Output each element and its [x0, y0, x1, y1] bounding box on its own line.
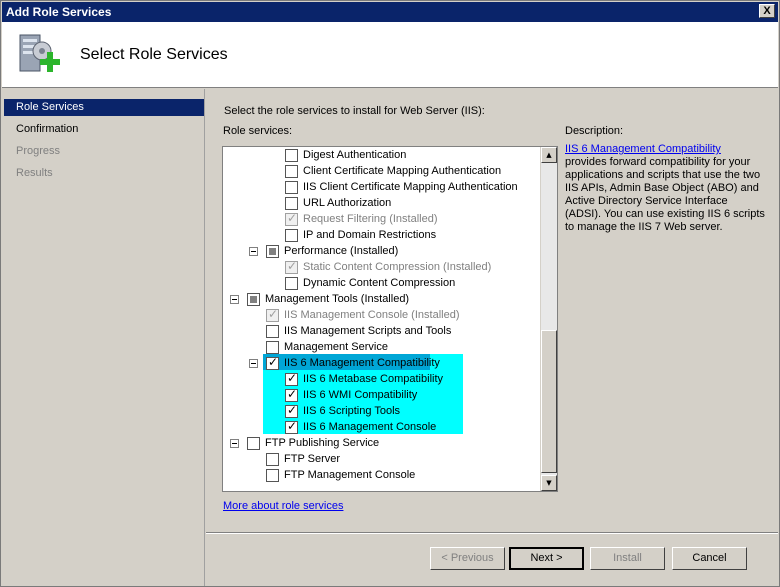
more-about-role-services-link[interactable]: More about role services — [223, 500, 343, 512]
checkbox[interactable] — [266, 469, 279, 482]
checkbox[interactable] — [285, 165, 298, 178]
tree-row-label: FTP Management Console — [284, 469, 416, 481]
checkbox[interactable] — [247, 293, 260, 306]
tree-row-label: Management Tools (Installed) — [265, 293, 410, 305]
tree-row[interactable]: IP and Domain Restrictions — [223, 227, 539, 243]
tree-row-label: Client Certificate Mapping Authenticatio… — [303, 165, 502, 177]
checkbox[interactable] — [285, 149, 298, 162]
tree-row-label: IIS 6 Metabase Compatibility — [303, 373, 444, 385]
tree-row-selected[interactable]: ✓ IIS 6 Management Compatibility — [223, 355, 539, 371]
checkbox[interactable]: ✓ — [285, 371, 298, 386]
tree-row-label: URL Authorization — [303, 197, 392, 209]
tree-row[interactable]: ✓ IIS 6 Metabase Compatibility — [223, 371, 539, 387]
install-button[interactable]: Install — [590, 547, 665, 570]
description-label: Description: — [565, 125, 624, 137]
wizard-content: Select the role services to install for … — [206, 89, 778, 529]
checkbox[interactable]: ✓ — [266, 355, 279, 370]
collapse-icon[interactable] — [249, 359, 258, 368]
tree-row-label: IIS Management Scripts and Tools — [284, 325, 452, 337]
checkbox[interactable] — [266, 453, 279, 466]
page-title: Select Role Services — [80, 46, 228, 63]
tree-row-label: Static Content Compression (Installed) — [303, 261, 492, 273]
window-title: Add Role Services — [6, 5, 112, 19]
tree-row-label: IIS Management Console (Installed) — [284, 309, 460, 321]
tree-row[interactable]: IIS Management Scripts and Tools — [223, 323, 539, 339]
tree-row-label: IP and Domain Restrictions — [303, 229, 437, 241]
checkbox[interactable] — [247, 437, 260, 450]
nav-item-confirmation[interactable]: Confirmation — [4, 121, 204, 138]
scroll-down-button[interactable]: ▼ — [541, 475, 557, 491]
tree-row: ✓ IIS Management Console (Installed) — [223, 307, 539, 323]
previous-button[interactable]: < Previous — [430, 547, 505, 570]
tree-row[interactable]: URL Authorization — [223, 195, 539, 211]
tree-row-label: FTP Publishing Service — [265, 437, 380, 449]
tree-row-label: IIS 6 WMI Compatibility — [303, 389, 418, 401]
server-add-icon — [19, 34, 60, 72]
nav-item-progress: Progress — [16, 145, 61, 157]
checkbox[interactable] — [266, 325, 279, 338]
tree-row[interactable]: ✓ IIS 6 Management Console — [223, 419, 539, 435]
tree-row-label: Request Filtering (Installed) — [303, 213, 438, 225]
tree-row[interactable]: FTP Publishing Service — [223, 435, 539, 451]
tree-row-label: Dynamic Content Compression — [303, 277, 456, 289]
tree-row[interactable]: Performance (Installed) — [223, 243, 539, 259]
checkbox: ✓ — [285, 211, 298, 226]
wizard-header: Select Role Services — [2, 22, 778, 88]
checkbox: ✓ — [266, 307, 279, 322]
nav-item-role-services[interactable]: Role Services — [4, 99, 204, 116]
tree-row-label: IIS 6 Scripting Tools — [303, 405, 401, 417]
tree-content: Digest Authentication Client Certificate… — [223, 147, 539, 491]
tree-scrollbar[interactable]: ▲ ▼ — [540, 147, 557, 491]
checkbox[interactable] — [285, 181, 298, 194]
tree-row-label: IIS 6 Management Console — [303, 421, 437, 433]
description-text: IIS 6 Management Compatibility provides … — [565, 143, 765, 234]
tree-row-label: FTP Server — [284, 453, 341, 465]
role-services-label: Role services: — [223, 125, 293, 137]
checkbox: ✓ — [285, 259, 298, 274]
tree-row-label: Digest Authentication — [303, 149, 407, 161]
footer-separator — [206, 532, 778, 534]
tree-row[interactable]: ✓ IIS 6 WMI Compatibility — [223, 387, 539, 403]
tree-row[interactable]: ✓ IIS 6 Scripting Tools — [223, 403, 539, 419]
wizard-nav: Role Services Confirmation Progress Resu… — [2, 89, 205, 586]
cancel-button[interactable]: Cancel — [672, 547, 747, 570]
scrollbar-thumb[interactable] — [541, 330, 557, 473]
checkbox[interactable]: ✓ — [285, 387, 298, 402]
tree-row: ✓ Static Content Compression (Installed) — [223, 259, 539, 275]
tree-row[interactable]: Management Tools (Installed) — [223, 291, 539, 307]
tree-row-label: Performance (Installed) — [284, 245, 399, 257]
tree-row[interactable]: Management Service — [223, 339, 539, 355]
tree-row: ✓ Request Filtering (Installed) — [223, 211, 539, 227]
checkbox[interactable] — [285, 277, 298, 290]
title-bar[interactable]: Add Role Services X — [2, 2, 778, 22]
collapse-icon[interactable] — [230, 439, 239, 448]
role-services-tree[interactable]: Digest Authentication Client Certificate… — [222, 146, 558, 492]
checkbox[interactable] — [266, 341, 279, 354]
tree-row[interactable]: Digest Authentication — [223, 147, 539, 163]
collapse-icon[interactable] — [249, 247, 258, 256]
tree-row[interactable]: FTP Management Console — [223, 467, 539, 483]
next-button[interactable]: Next > — [509, 547, 584, 570]
collapse-icon[interactable] — [230, 295, 239, 304]
tree-row-label: IIS Client Certificate Mapping Authentic… — [303, 181, 518, 193]
tree-row[interactable]: Client Certificate Mapping Authenticatio… — [223, 163, 539, 179]
checkbox[interactable]: ✓ — [285, 403, 298, 418]
checkbox[interactable] — [285, 197, 298, 210]
description-body: provides forward compatibility for your … — [565, 156, 765, 233]
tree-row[interactable]: IIS Client Certificate Mapping Authentic… — [223, 179, 539, 195]
tree-row-label: Management Service — [284, 341, 388, 353]
tree-row[interactable]: Dynamic Content Compression — [223, 275, 539, 291]
description-link[interactable]: IIS 6 Management Compatibility — [565, 143, 721, 155]
scroll-up-button[interactable]: ▲ — [541, 147, 557, 163]
checkbox[interactable]: ✓ — [285, 419, 298, 434]
nav-item-results: Results — [16, 167, 53, 179]
tree-row-label: IIS 6 Management Compatibility — [284, 357, 440, 369]
add-role-services-window: Add Role Services X Select Role Services… — [0, 0, 780, 587]
checkbox[interactable] — [266, 245, 279, 258]
instruction-text: Select the role services to install for … — [224, 105, 485, 117]
close-button[interactable]: X — [759, 4, 775, 18]
checkbox[interactable] — [285, 229, 298, 242]
tree-row[interactable]: FTP Server — [223, 451, 539, 467]
